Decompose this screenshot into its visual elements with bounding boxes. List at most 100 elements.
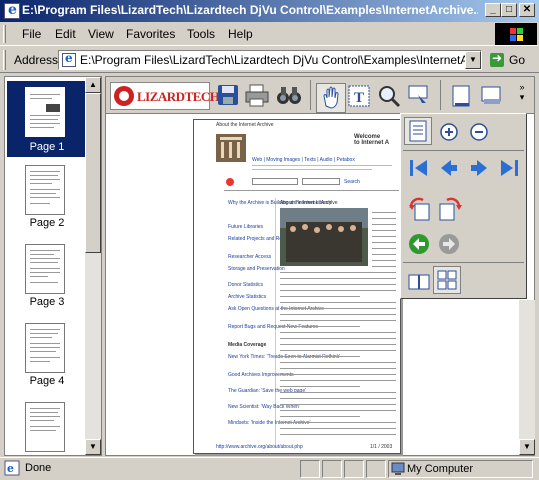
toolbar-separator xyxy=(310,80,311,110)
lizard-logo-icon xyxy=(114,86,134,106)
print-icon[interactable] xyxy=(244,83,274,113)
minimize-button[interactable]: _ xyxy=(485,3,501,17)
viewer-scroll-track[interactable] xyxy=(519,300,535,439)
page-text-line xyxy=(372,236,396,237)
next-page-icon[interactable] xyxy=(467,156,491,180)
title-bar[interactable]: E:\Program Files\LizardTech\Lizardtech D… xyxy=(0,0,539,22)
page-text-line xyxy=(280,308,396,309)
page-text-line xyxy=(280,410,396,411)
page-text-line xyxy=(280,314,396,315)
logo-text: LIZARDTECH xyxy=(137,89,220,104)
menu-help[interactable]: Help xyxy=(228,27,253,41)
address-label: Address xyxy=(14,53,59,67)
windows-logo-icon xyxy=(495,23,537,45)
page-nav-links: Web | Moving Images | Texts | Audio | Pe… xyxy=(252,157,355,163)
rotate-left-icon[interactable] xyxy=(407,196,431,221)
single-page-icon[interactable] xyxy=(448,83,478,113)
go-button[interactable]: ➜ Go xyxy=(488,50,534,70)
zoom-magnifier-icon[interactable] xyxy=(376,83,406,113)
menu-bar: File Edit View Favorites Tools Help xyxy=(0,22,539,46)
page-search-select xyxy=(302,178,340,185)
thumbnail-image-page-3 xyxy=(25,244,65,294)
address-grip[interactable] xyxy=(3,50,6,70)
thumbnail-label-page-3: Page 3 xyxy=(29,296,65,308)
viewer-scrollbar[interactable]: ▼ xyxy=(519,300,535,455)
page-text-line xyxy=(372,230,396,231)
thumbnail-page-5[interactable] xyxy=(7,402,85,452)
page-text-line xyxy=(372,242,396,243)
page-text-line xyxy=(280,374,396,375)
zoom-in-icon[interactable] xyxy=(437,120,461,144)
scroll-thumb[interactable] xyxy=(85,93,101,253)
thumbnails-grid-icon[interactable] xyxy=(433,266,461,294)
menu-favorites[interactable]: Favorites xyxy=(126,27,175,41)
thumbnail-page-4[interactable]: Page 4 xyxy=(7,323,85,395)
page-text-line xyxy=(280,356,360,357)
scroll-down-button[interactable]: ▼ xyxy=(85,439,101,455)
rotate-right-icon[interactable] xyxy=(437,196,462,221)
page-text-line xyxy=(280,398,396,399)
zoom-out-icon[interactable] xyxy=(467,120,491,144)
address-input[interactable]: e E:\Program Files\LizardTech\Lizardtech… xyxy=(58,50,482,70)
page-red-bullet-icon xyxy=(226,178,234,186)
viewer-scroll-down-button[interactable]: ▼ xyxy=(519,439,535,455)
save-icon[interactable] xyxy=(216,83,246,113)
status-zone-text: My Computer xyxy=(407,463,474,475)
palette-separator xyxy=(403,150,524,151)
page-text-line xyxy=(280,326,360,327)
page-text-line xyxy=(280,434,396,435)
page-coverage-title: Media Coverage xyxy=(228,342,267,348)
status-panel-2 xyxy=(322,460,342,478)
previous-page-icon[interactable] xyxy=(437,156,461,180)
menu-view[interactable]: View xyxy=(88,27,114,41)
menu-file[interactable]: File xyxy=(22,27,41,41)
page-text-line xyxy=(280,368,396,369)
book-view-icon[interactable] xyxy=(407,270,431,294)
pan-hand-icon[interactable] xyxy=(316,83,346,113)
scroll-up-button[interactable]: ▲ xyxy=(85,77,101,93)
palette-separator-2 xyxy=(403,262,524,263)
navigation-palette xyxy=(400,113,527,299)
continuous-page-icon[interactable] xyxy=(478,83,508,113)
first-page-icon[interactable] xyxy=(407,156,431,180)
address-dropdown-button[interactable]: ▼ xyxy=(465,51,481,69)
thumbnail-label-page-2: Page 2 xyxy=(29,217,65,229)
ie-icon[interactable] xyxy=(4,2,20,19)
my-computer-icon xyxy=(391,462,405,476)
page-text-line xyxy=(280,386,360,387)
thumbnail-scrollbar[interactable]: ▲ ▼ xyxy=(85,77,101,455)
thumbnail-label-page-1: Page 1 xyxy=(29,141,65,153)
fit-page-button[interactable] xyxy=(404,117,432,145)
page-text-line xyxy=(280,362,396,363)
menu-tools[interactable]: Tools xyxy=(187,27,215,41)
thumbnail-page-1-selected[interactable]: Page 1 xyxy=(7,81,85,157)
maximize-button[interactable]: □ xyxy=(501,3,517,17)
menu-grip[interactable] xyxy=(3,25,6,43)
lizardtech-logo[interactable]: LIZARDTECH xyxy=(110,82,220,110)
page-about-title: About the Internet Archive xyxy=(280,200,338,206)
toolbar-overflow-chevron-icon[interactable]: » ▾ xyxy=(514,82,530,110)
menu-edit[interactable]: Edit xyxy=(55,27,76,41)
forward-disabled-icon[interactable] xyxy=(437,232,461,256)
rubberband-zoom-icon[interactable] xyxy=(406,83,436,113)
thumbnail-image-page-2 xyxy=(25,165,65,215)
go-arrow-icon: ➜ xyxy=(490,51,504,67)
find-binoculars-icon[interactable] xyxy=(276,83,306,113)
close-button[interactable]: ✕ xyxy=(519,3,535,17)
page-text-line xyxy=(280,320,396,321)
page-footer-url: http://www.archive.org/about/about.php xyxy=(216,444,303,450)
page-group-photo-image xyxy=(280,208,368,266)
back-green-icon[interactable] xyxy=(407,232,431,256)
address-value: E:\Program Files\LizardTech\Lizardtech D… xyxy=(80,53,465,67)
page-text-line xyxy=(280,404,396,405)
page-sidebar-link: Donor Statistics xyxy=(228,282,264,288)
page-text-line xyxy=(280,428,396,429)
text-select-icon[interactable]: T xyxy=(346,83,376,113)
thumbnail-label-page-4: Page 4 xyxy=(29,375,65,387)
page-text-line xyxy=(280,332,396,333)
page-text-line xyxy=(280,338,396,339)
thumbnail-page-2[interactable]: Page 2 xyxy=(7,165,85,237)
thumbnail-page-3[interactable]: Page 3 xyxy=(7,244,85,316)
last-page-icon[interactable] xyxy=(497,156,521,180)
page-text-line xyxy=(372,260,396,261)
